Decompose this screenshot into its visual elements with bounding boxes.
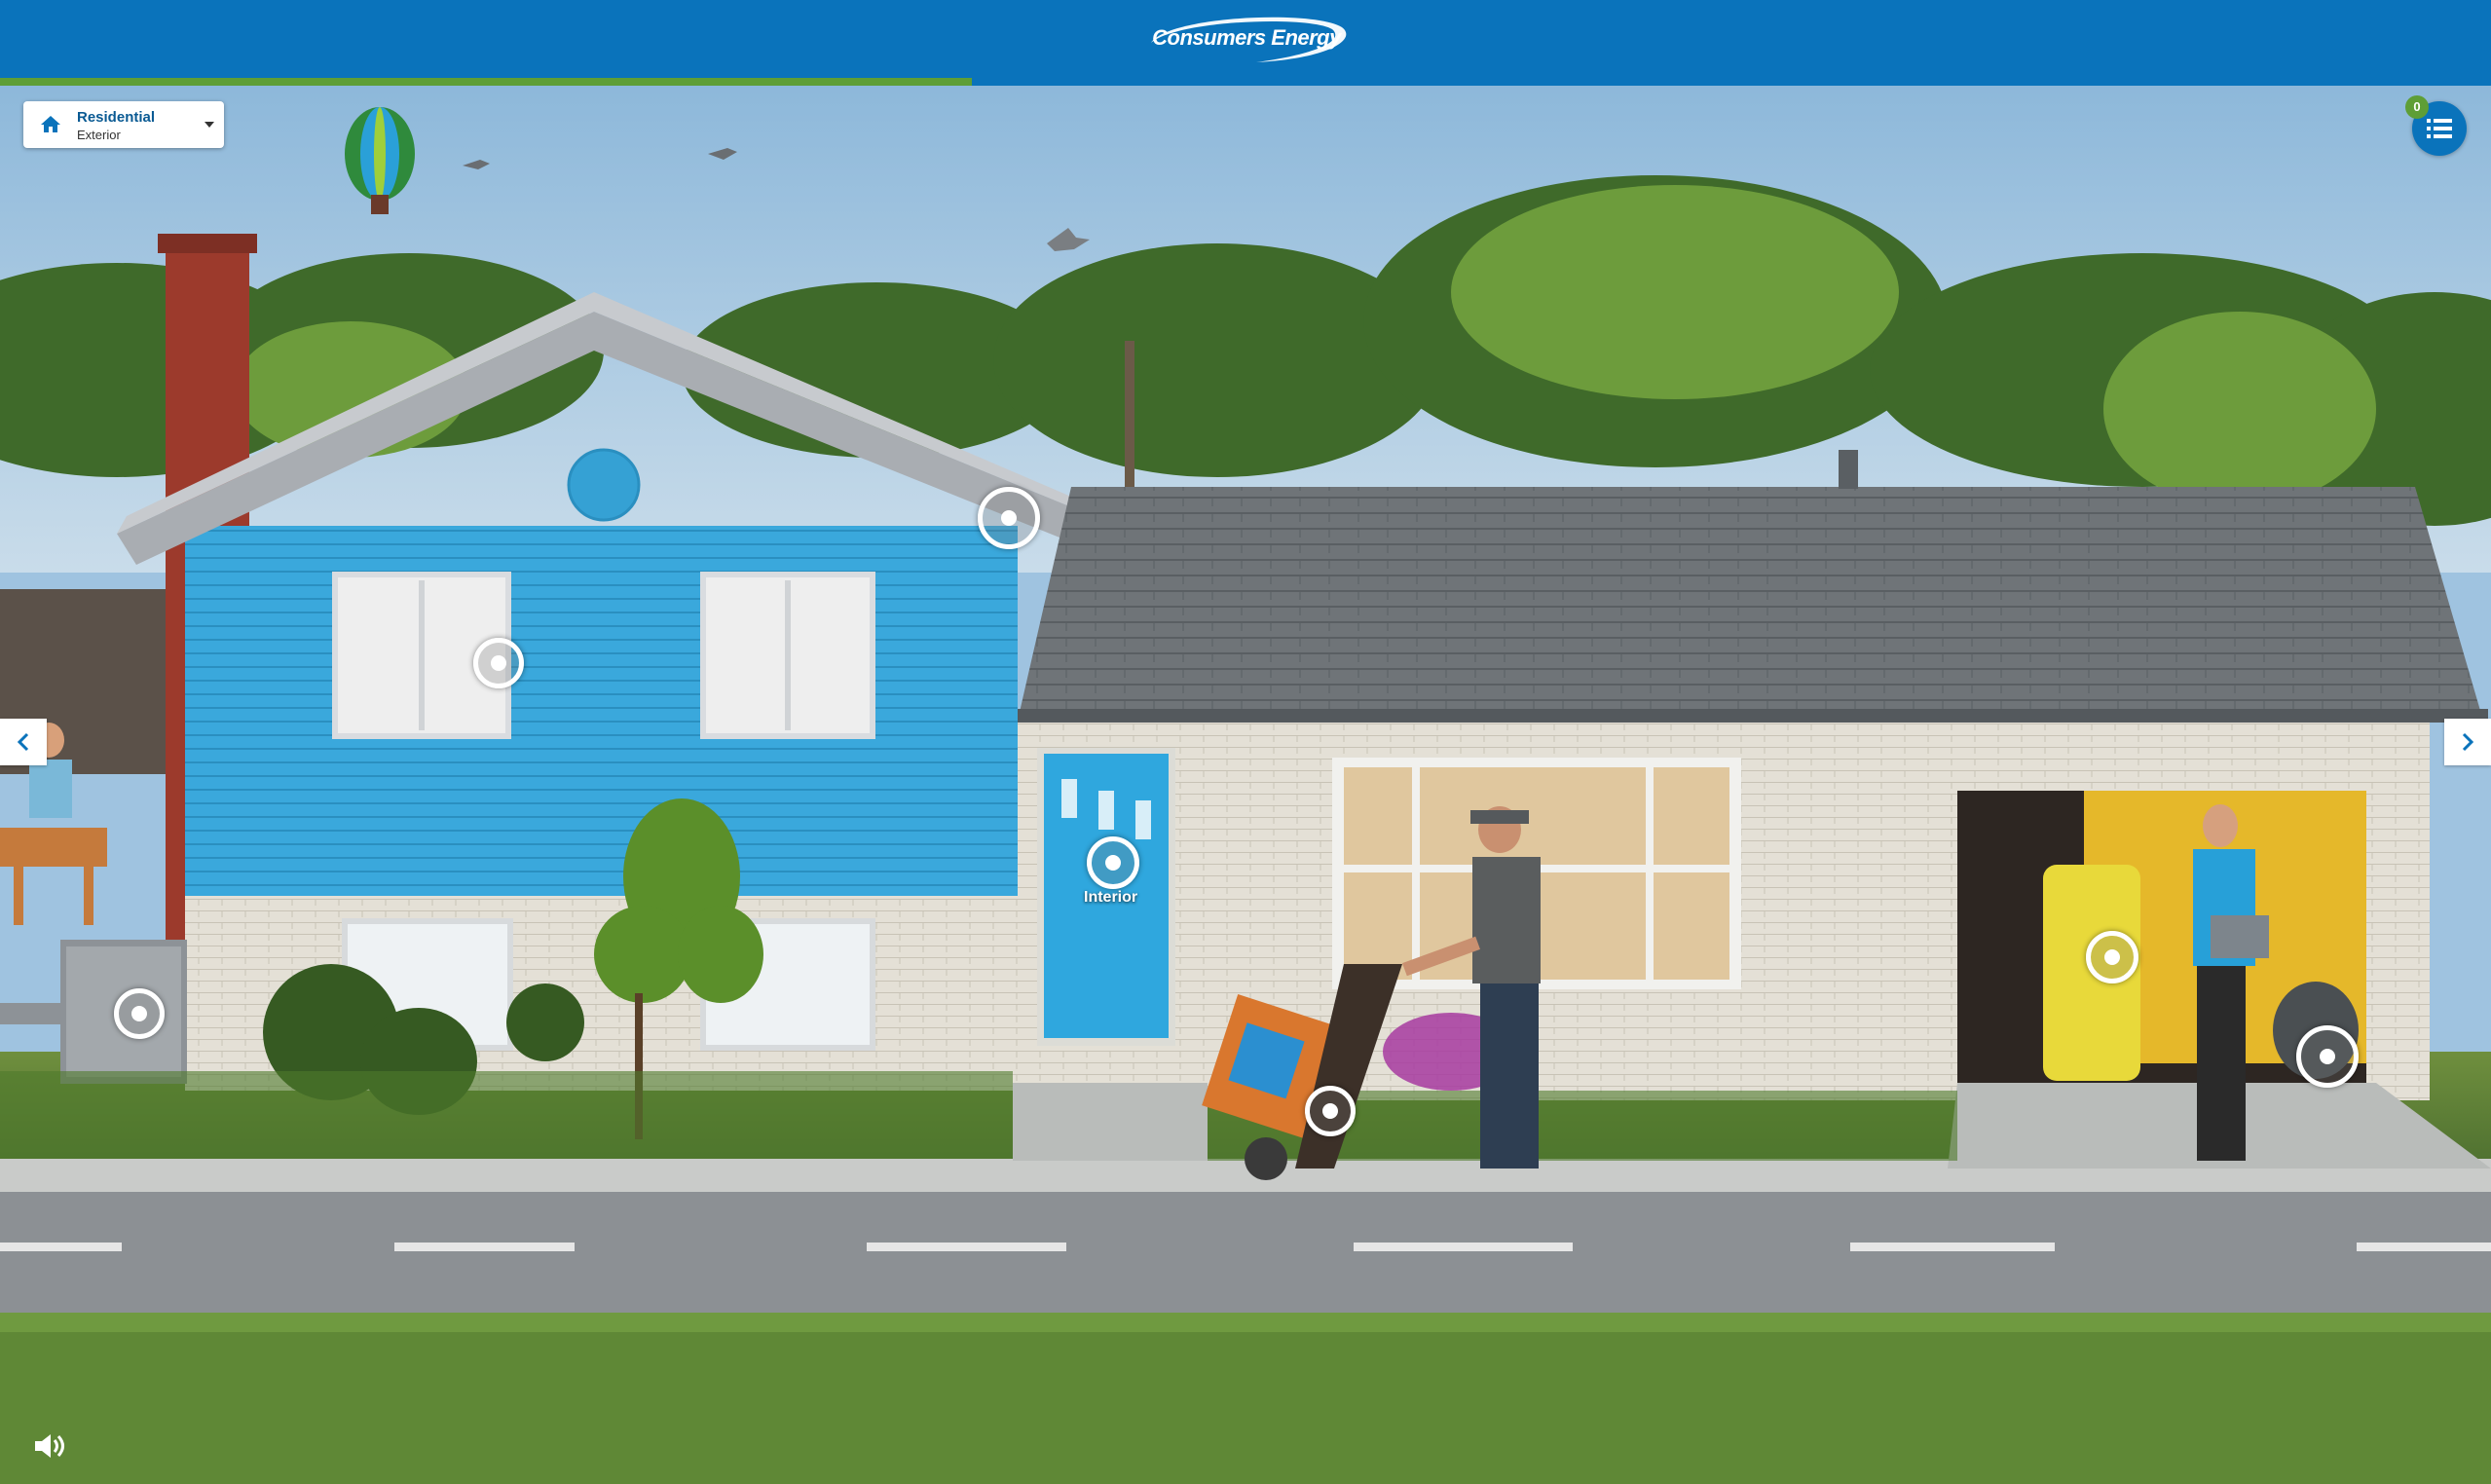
hotspot-dot [2104,949,2120,965]
section-dropdown-subtitle: Exterior [77,128,121,142]
progress-bar-fill [0,78,972,86]
hotspot-refrigerator[interactable] [2086,931,2138,983]
next-scene-button[interactable] [2444,719,2491,765]
top-bar: Consumers Energy [0,0,2491,78]
hotspot-appliance-delivery[interactable] [1305,1086,1356,1136]
chevron-left-icon [17,732,29,752]
chevron-right-icon [2462,732,2474,752]
hotspot-window[interactable] [473,638,524,688]
hotspot-dot [1322,1103,1338,1119]
hotspot-dot [1105,855,1121,871]
consumers-energy-logo: Consumers Energy [1139,14,1354,64]
hotspot-air-conditioner[interactable] [114,988,165,1039]
list-icon [2427,119,2452,138]
previous-scene-button[interactable] [0,719,47,765]
home-icon [41,116,60,132]
logo-text: Consumers Energy [1152,25,1341,50]
hotspot-dot [131,1006,147,1021]
hotspot-garage-equipment[interactable] [2296,1025,2359,1088]
hotspot-dot [2320,1049,2335,1064]
speaker-icon [35,1434,64,1458]
hotspot-gutter[interactable] [978,487,1040,549]
hotspot-dot [491,655,506,671]
house-scene-illustration [0,86,2491,1484]
checklist-count-badge: 0 [2405,95,2429,119]
chevron-down-icon [204,122,214,128]
section-dropdown-title: Residential [77,109,156,126]
hotspot-dot [1001,510,1017,526]
hotspot-interior-label: Interior [1084,889,1138,906]
hotspot-interior[interactable] [1087,836,1139,889]
progress-bar [0,78,2491,86]
sound-toggle-button[interactable] [33,1431,66,1461]
house-scene [0,86,2491,1484]
section-dropdown[interactable]: Residential Exterior [23,101,224,148]
